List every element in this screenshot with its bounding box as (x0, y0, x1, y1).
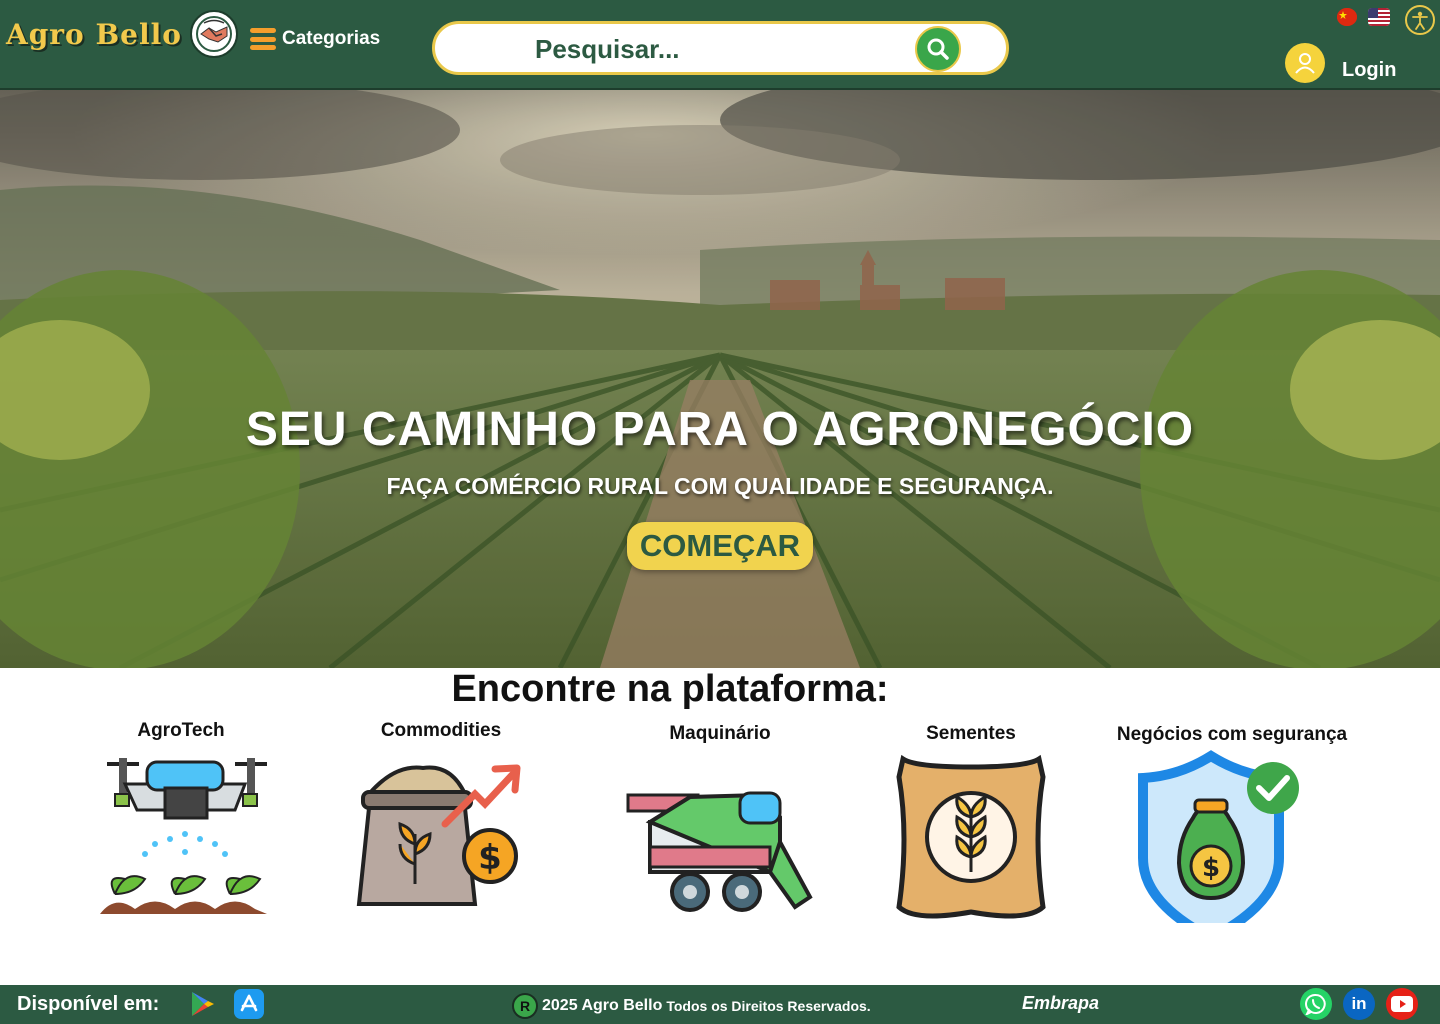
hero-subtitle: FAÇA COMÉRCIO RURAL COM QUALIDADE E SEGU… (386, 473, 1054, 499)
available-on-label: Disponível em: (17, 993, 160, 1015)
hero-banner: SEU CAMINHO PARA O AGRONEGÓCIO FAÇA COMÉ… (0, 90, 1440, 668)
vineyard-background-image (0, 90, 1440, 668)
feature-commodities[interactable]: Commodities $ (355, 720, 527, 923)
copyright-brand: 2025 Agro Bello (542, 997, 663, 1014)
search-input[interactable] (535, 32, 915, 66)
feature-secure-business[interactable]: Negócios com segurança $ (1099, 724, 1365, 944)
user-avatar-icon[interactable] (1285, 43, 1325, 83)
shield-money-icon: $ (1138, 750, 1299, 944)
youtube-icon[interactable] (1386, 988, 1418, 1020)
china-flag-icon[interactable] (1337, 8, 1357, 26)
google-play-icon[interactable] (186, 988, 218, 1020)
feature-label: Maquinário (669, 723, 771, 744)
search-icon (927, 38, 949, 60)
harvester-icon (626, 791, 813, 912)
top-navbar: Agro Bello Categorias Pesquisar... Login (0, 0, 1440, 90)
embrapa-logo[interactable]: Embrapa (1022, 993, 1099, 1014)
feature-label: Negócios com segurança (1116, 724, 1348, 745)
categories-label: Categorias (282, 28, 381, 49)
svg-text:$: $ (1202, 853, 1220, 883)
feature-label: AgroTech (137, 720, 225, 741)
feature-label: Sementes (926, 723, 1016, 744)
app-store-icon[interactable] (233, 988, 265, 1020)
svg-text:$: $ (478, 838, 502, 878)
feature-seeds[interactable]: Sementes (885, 723, 1057, 926)
linkedin-icon[interactable]: in (1343, 988, 1375, 1020)
seed-bag-icon (896, 754, 1046, 919)
hero-title: SEU CAMINHO PARA O AGRONEGÓCIO (245, 403, 1195, 456)
copyright-text: Todos os Direitos Reservados. (666, 998, 871, 1014)
drone-icon (100, 758, 267, 914)
grain-sack-chart-icon: $ (356, 764, 521, 906)
footer: Disponível em: R 2025 Agro Bello Todos o… (0, 985, 1440, 1024)
feature-machinery[interactable]: Maquinário (620, 723, 820, 926)
menu-icon (250, 28, 276, 50)
feature-label: Commodities (380, 720, 502, 741)
copyright: R 2025 Agro Bello Todos os Direitos Rese… (512, 993, 871, 1019)
brand-logo-icon[interactable] (190, 10, 238, 58)
accessibility-icon[interactable] (1405, 5, 1435, 35)
search-bar (432, 21, 1009, 75)
registered-icon: R (512, 993, 538, 1019)
login-link[interactable]: Login (1342, 59, 1396, 82)
search-button[interactable] (915, 26, 961, 72)
usa-flag-icon[interactable] (1368, 8, 1390, 26)
brand-name[interactable]: Agro Bello (6, 18, 182, 51)
categories-button[interactable]: Categorias (250, 28, 380, 50)
features-heading: Encontre na plataforma: (451, 668, 889, 710)
feature-agrotech[interactable]: AgroTech (95, 720, 267, 923)
start-button[interactable]: COMEÇAR (627, 522, 813, 570)
whatsapp-icon[interactable] (1300, 988, 1332, 1020)
